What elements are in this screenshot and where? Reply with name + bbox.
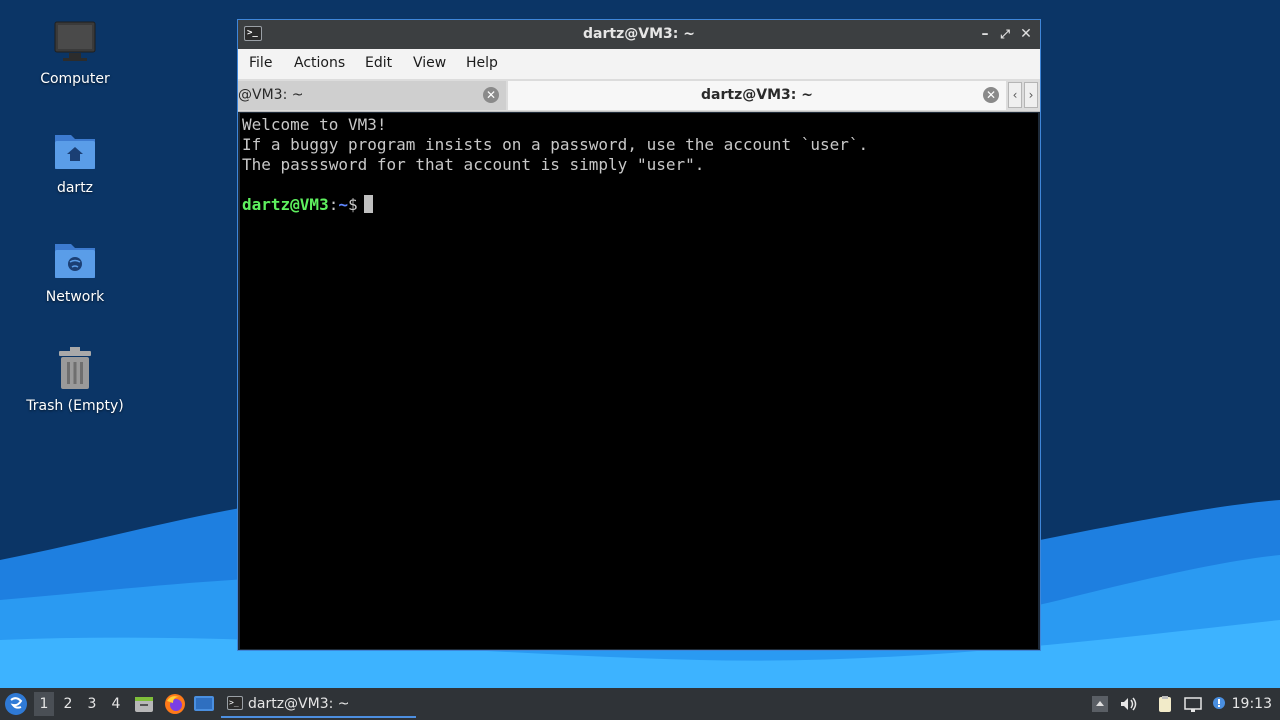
menu-file[interactable]: File [249,55,272,71]
volume-icon[interactable] [1119,695,1137,713]
tab-label: @VM3: ~ [238,87,304,103]
clock[interactable]: 19:13 [1232,696,1272,712]
workspace-3[interactable]: 3 [82,696,102,712]
desktop-icon-label: Trash (Empty) [26,398,124,414]
tab-bar: @VM3: ~ ✕ dartz@VM3: ~ ✕ ‹ › [238,79,1040,112]
window-titlebar[interactable]: >_ dartz@VM3: ~ – ⤢ ✕ [238,20,1040,49]
tab-2[interactable]: dartz@VM3: ~ ✕ [508,81,1006,110]
terminal-prompt: dartz@VM3:~$ [242,195,1038,215]
terminal-cursor [363,195,373,213]
desktop-icon-label: dartz [56,180,94,196]
tab-scroll-right-icon[interactable]: › [1024,82,1038,108]
network-folder-icon [51,236,99,284]
prompt-path: ~ [338,195,348,214]
close-button[interactable]: ✕ [1017,24,1035,44]
menu-actions[interactable]: Actions [294,55,345,71]
workspace-2[interactable]: 2 [58,696,78,712]
notification-icon[interactable] [1210,695,1228,713]
tray-arrow-up-icon[interactable] [1091,695,1109,713]
tab-1[interactable]: @VM3: ~ ✕ [238,81,506,110]
menu-bar: File Actions Edit View Help [238,49,1040,79]
desktop-icon-computer[interactable]: Computer [20,18,130,88]
desktop-icon-label: Computer [40,71,110,87]
home-folder-icon [51,127,99,175]
prompt-colon: : [328,195,339,214]
tab-close-icon[interactable]: ✕ [983,87,999,103]
menu-edit[interactable]: Edit [365,55,392,71]
start-menu-icon[interactable] [5,693,27,715]
desktop-icon-network[interactable]: Network [20,236,130,306]
minimize-button[interactable]: – [976,24,994,44]
task-label: dartz@VM3: ~ [248,696,350,712]
terminal-line: If a buggy program insists on a password… [242,135,869,154]
terminal-task-icon: >_ [227,696,243,710]
desktop-icon-home[interactable]: dartz [20,127,130,197]
maximize-button[interactable]: ⤢ [996,24,1014,44]
task-terminal-button[interactable]: >_ dartz@VM3: ~ [221,690,416,718]
menu-help[interactable]: Help [466,55,498,71]
terminal-output[interactable]: Welcome to VM3! If a buggy program insist… [240,113,1038,649]
workspace-4[interactable]: 4 [106,696,126,712]
network-tray-icon[interactable] [1184,695,1202,713]
file-manager-icon[interactable] [134,694,154,714]
window-title: dartz@VM3: ~ [583,26,695,42]
menu-view[interactable]: View [413,55,446,71]
desktop-icon-label: Network [45,289,105,305]
computer-icon [51,18,99,66]
tab-label: dartz@VM3: ~ [701,87,813,103]
terminal-window[interactable]: >_ dartz@VM3: ~ – ⤢ ✕ File Actions Edit … [237,19,1041,651]
tab-close-icon[interactable]: ✕ [483,87,499,103]
desktop-show-icon[interactable] [193,694,215,714]
desktop-icon-trash[interactable]: Trash (Empty) [20,345,130,415]
prompt-symbol: $ [347,195,358,214]
trash-icon [51,345,99,393]
clipboard-icon[interactable] [1156,695,1174,713]
prompt-user: dartz@VM3 [242,195,329,214]
firefox-icon[interactable] [164,693,186,715]
terminal-line: Welcome to VM3! [242,115,387,134]
tab-scroll-left-icon[interactable]: ‹ [1008,82,1022,108]
taskbar: 1 2 3 4 >_ dartz@VM3: ~ 19:13 [0,688,1280,720]
terminal-line: The passsword for that account is simply… [242,155,705,174]
workspace-1[interactable]: 1 [34,692,54,716]
